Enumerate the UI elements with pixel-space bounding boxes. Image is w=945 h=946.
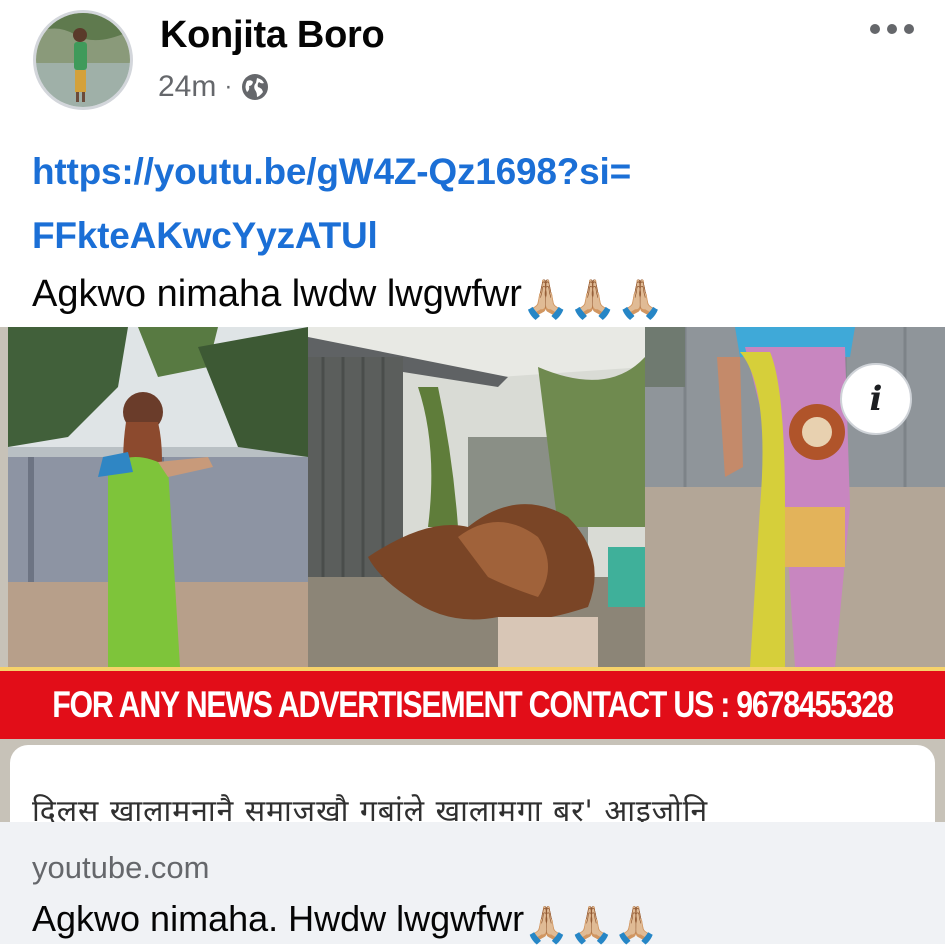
- thumbnail-frame-dancer: [8, 327, 308, 667]
- link-preview-footer[interactable]: youtube.com Agkwo nimaha. Hwdw lwgwfwr🙏🏼…: [0, 822, 945, 946]
- info-button[interactable]: i: [840, 363, 912, 435]
- pray-emoji: 🙏🏼🙏🏼🙏🏼: [521, 279, 664, 321]
- news-banner: FOR ANY NEWS ADVERTISEMENT CONTACT US : …: [0, 667, 945, 739]
- globe-icon: [242, 74, 269, 100]
- post-meta: 24m ·: [158, 70, 270, 104]
- more-dot: [870, 24, 880, 34]
- post-link-line2: FFkteAKwcYyzATUl: [32, 215, 378, 256]
- pray-emoji: 🙏🏼🙏🏼🙏🏼: [524, 904, 659, 945]
- more-dot: [887, 24, 897, 34]
- video-thumbnail[interactable]: i FOR ANY NEWS ADVERTISEMENT CONTACT US …: [0, 327, 945, 822]
- subtitle-text: दिलस खालामनानै समाजखौ गबांले खालामगा बर'…: [32, 794, 709, 822]
- post-link[interactable]: https://youtu.be/gW4Z-Qz1698?si= FFkteAK…: [32, 140, 912, 268]
- post-caption: Agkwo nimaha lwdw lwgwfwr🙏🏼🙏🏼🙏🏼: [32, 268, 912, 326]
- thumbnail-frame-hair: [308, 327, 645, 667]
- avatar[interactable]: [33, 10, 133, 110]
- post-caption-text: Agkwo nimaha lwdw lwgwfwr: [32, 273, 522, 315]
- meta-separator: ·: [224, 73, 233, 100]
- more-dot: [904, 24, 914, 34]
- info-icon: i: [869, 379, 883, 419]
- post-body: https://youtu.be/gW4Z-Qz1698?si= FFkteAK…: [32, 140, 912, 326]
- subtitle-card: दिलस खालामनानै समाजखौ गबांले खालामगा बर'…: [10, 745, 935, 822]
- post-header: Konjita Boro 24m ·: [0, 0, 945, 125]
- author-name[interactable]: Konjita Boro: [160, 14, 385, 57]
- post-time[interactable]: 24m: [158, 70, 216, 104]
- banner-text: FOR ANY NEWS ADVERTISEMENT CONTACT US : …: [52, 684, 894, 725]
- link-title: Agkwo nimaha. Hwdw lwgwfwr🙏🏼🙏🏼🙏🏼: [32, 898, 659, 946]
- link-title-text: Agkwo nimaha. Hwdw lwgwfwr: [32, 898, 525, 939]
- link-domain: youtube.com: [32, 850, 210, 885]
- more-options-button[interactable]: [862, 14, 922, 44]
- post-link-line1: https://youtu.be/gW4Z-Qz1698?si=: [32, 151, 632, 192]
